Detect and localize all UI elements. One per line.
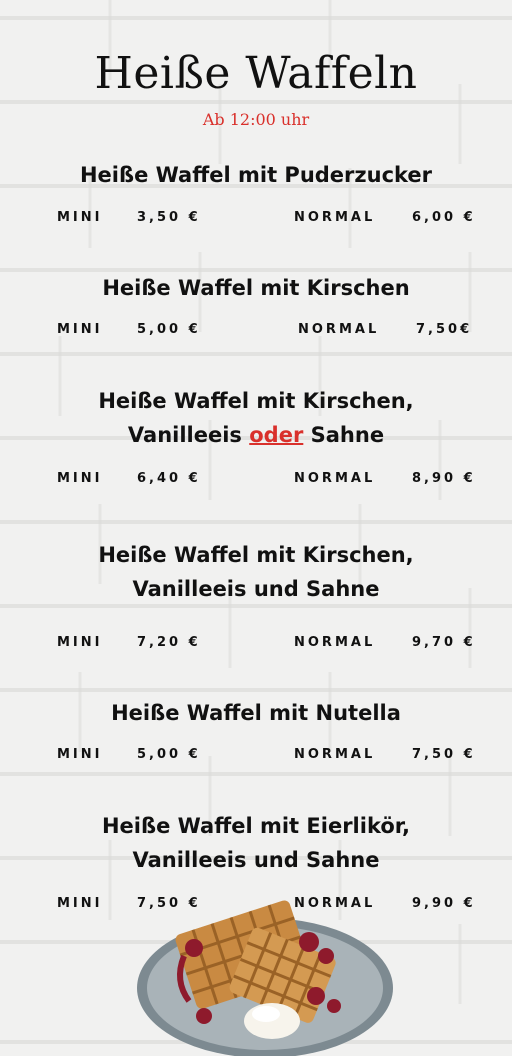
- menu-item-name-line2: Vanilleeis oder Sahne: [127, 423, 385, 447]
- mini-price: 5,00 €: [137, 322, 201, 337]
- price-row: MINI 6,40 € NORMAL 8,90 €: [0, 471, 512, 491]
- normal-label: NORMAL: [294, 635, 376, 650]
- price-row: MINI 5,00 € NORMAL 7,50€: [0, 322, 512, 342]
- price-row: MINI 5,00 € NORMAL 7,50 €: [0, 747, 512, 767]
- normal-label: NORMAL: [298, 322, 380, 337]
- mini-label: MINI: [57, 635, 103, 650]
- mini-price: 6,40 €: [137, 471, 201, 486]
- mini-price: 7,20 €: [137, 635, 201, 650]
- menu-item-name: Heiße Waffel mit Kirschen: [102, 276, 410, 300]
- menu-item-name-line1: Heiße Waffel mit Kirschen,: [98, 389, 414, 413]
- menu-item-name: Heiße Waffel mit Eierlikör, Vanilleeis u…: [20, 809, 492, 877]
- normal-price: 9,90 €: [412, 896, 476, 911]
- mini-label: MINI: [57, 210, 103, 225]
- menu-item-name-line2: Vanilleeis und Sahne: [132, 848, 380, 872]
- normal-label: NORMAL: [294, 747, 376, 762]
- mini-label: MINI: [57, 322, 103, 337]
- normal-price: 9,70 €: [412, 635, 476, 650]
- price-row: MINI 7,20 € NORMAL 9,70 €: [0, 635, 512, 655]
- price-row: MINI 3,50 € NORMAL 6,00 €: [0, 210, 512, 230]
- menu-item-name: Heiße Waffel mit Puderzucker: [79, 163, 433, 187]
- mini-price: 3,50 €: [137, 210, 201, 225]
- normal-label: NORMAL: [294, 210, 376, 225]
- normal-price: 7,50€: [416, 322, 473, 337]
- normal-price: 8,90 €: [412, 471, 476, 486]
- menu-item-name-line2: Vanilleeis und Sahne: [132, 577, 380, 601]
- mini-label: MINI: [57, 747, 103, 762]
- normal-price: 6,00 €: [412, 210, 476, 225]
- oder-highlight: oder: [249, 423, 304, 447]
- menu-item-name-line1: Heiße Waffel mit Eierlikör,: [101, 814, 411, 838]
- mini-price: 5,00 €: [137, 747, 201, 762]
- mini-label: MINI: [57, 471, 103, 486]
- menu-item-name: Heiße Waffel mit Kirschen, Vanilleeis un…: [20, 538, 492, 606]
- opening-time: Ab 12:00 uhr: [202, 110, 310, 129]
- page-title: Heiße Waffeln: [94, 48, 418, 99]
- normal-price: 7,50 €: [412, 747, 476, 762]
- waffle-plate-icon: [137, 900, 393, 1056]
- mini-label: MINI: [57, 896, 103, 911]
- normal-label: NORMAL: [294, 471, 376, 486]
- menu-item-name: Heiße Waffel mit Nutella: [111, 701, 401, 725]
- menu-item-name-line1: Heiße Waffel mit Kirschen,: [98, 543, 414, 567]
- menu-item-name: Heiße Waffel mit Kirschen, Vanilleeis od…: [20, 384, 492, 452]
